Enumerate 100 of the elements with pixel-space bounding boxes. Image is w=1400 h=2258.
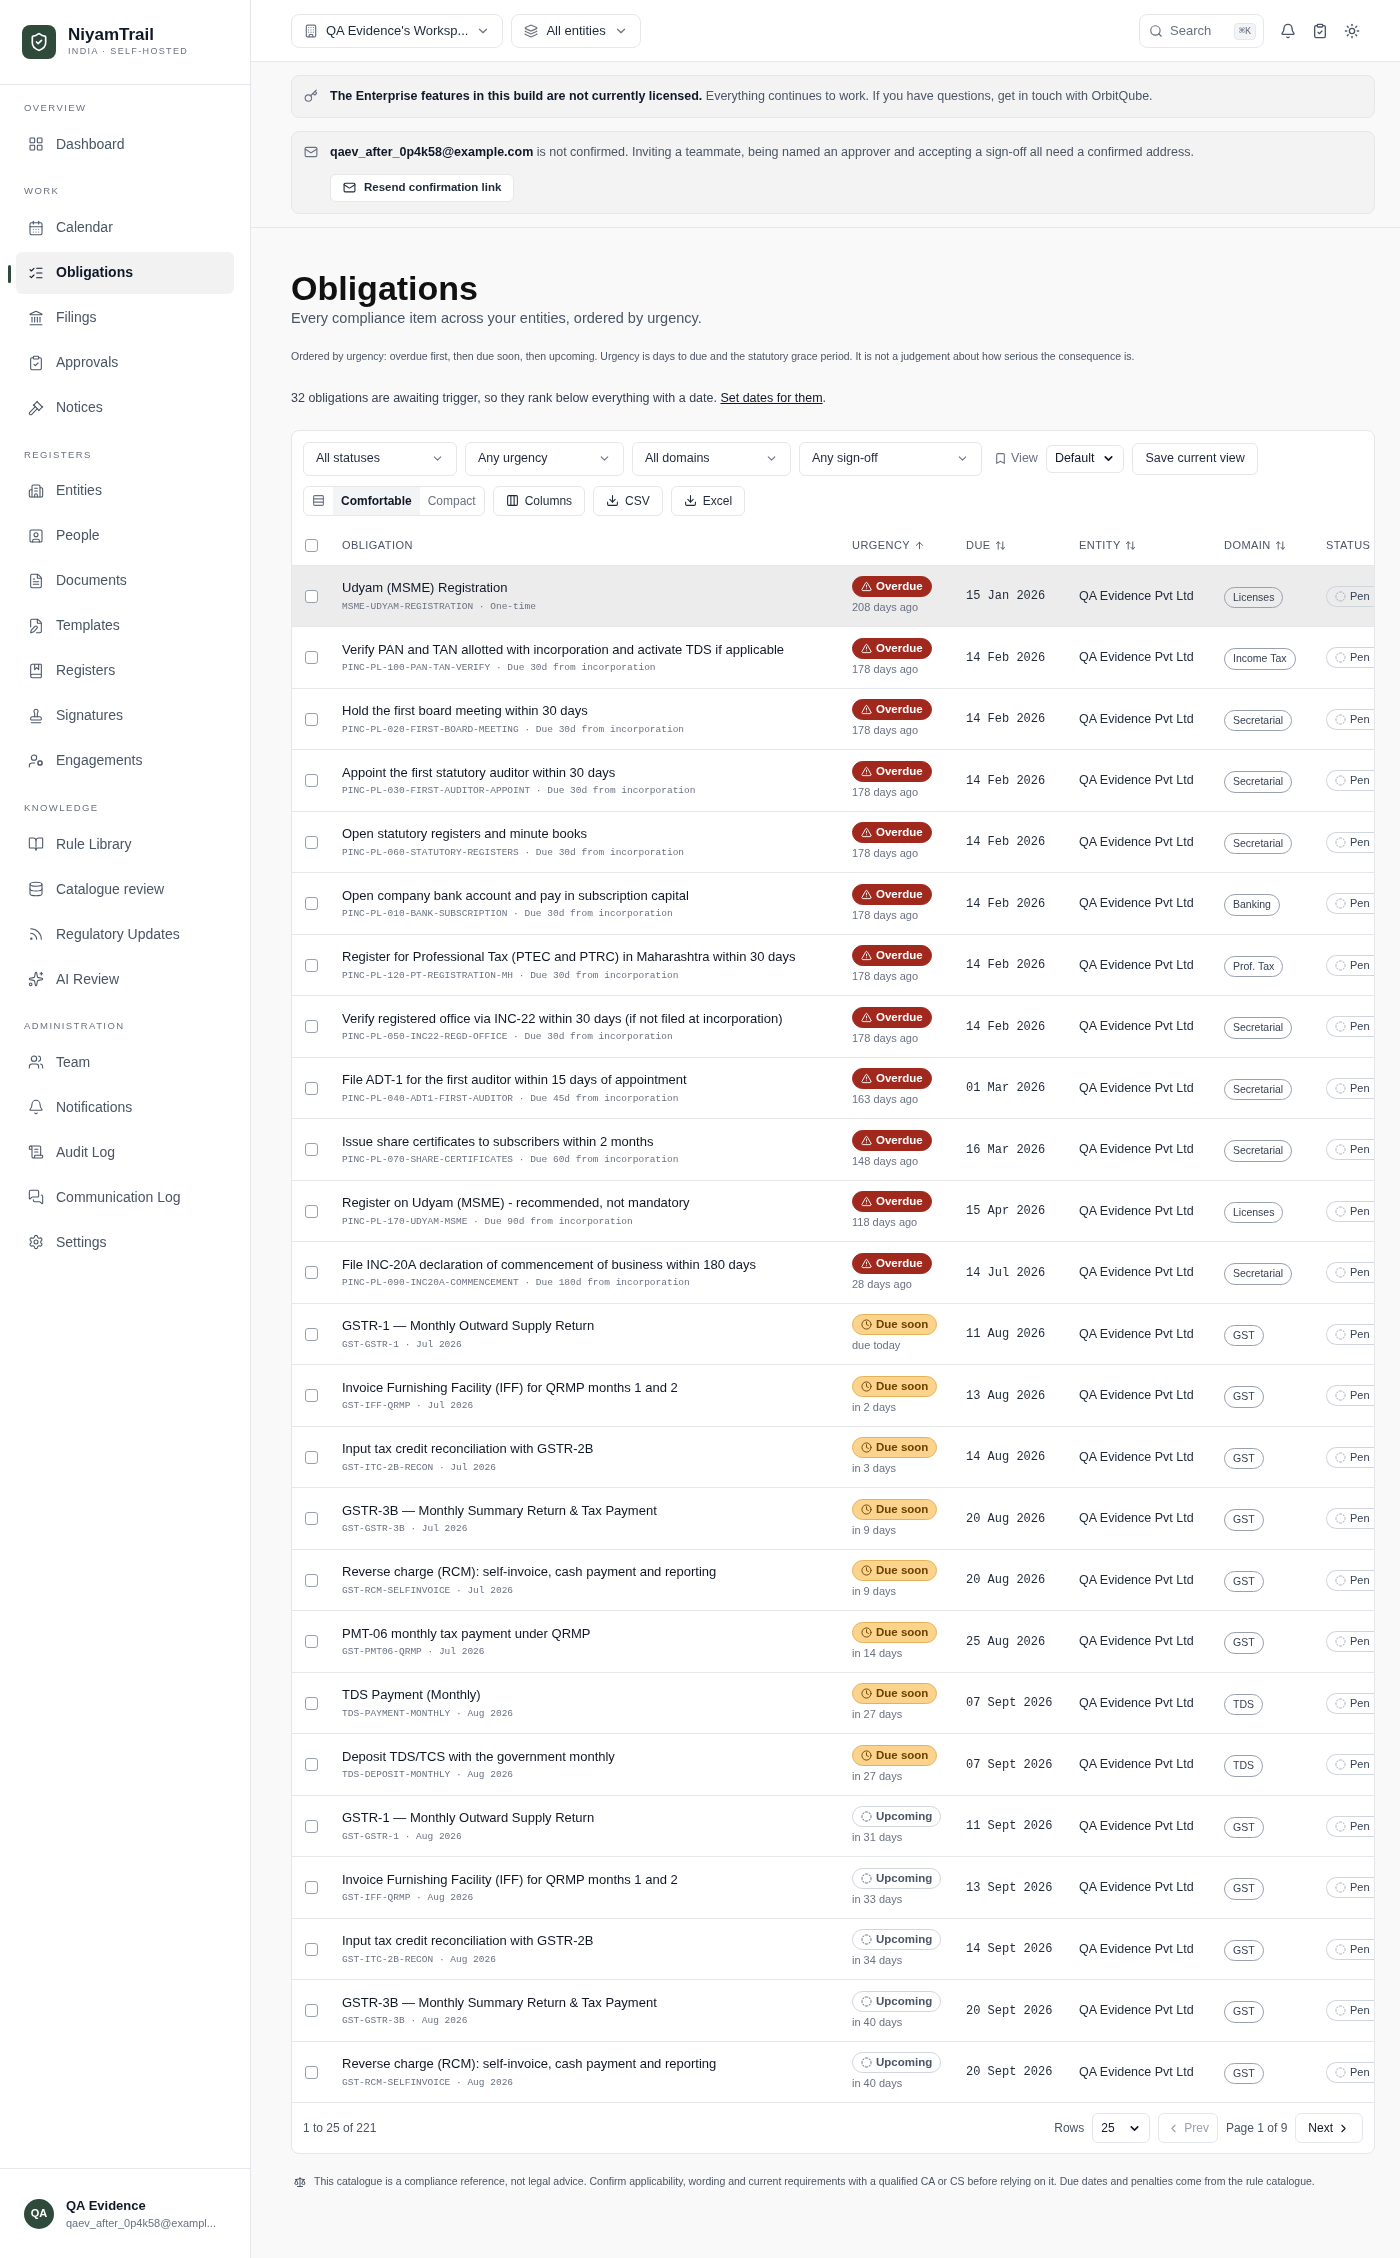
row-checkbox[interactable] [305, 1204, 318, 1218]
row-checkbox[interactable] [305, 651, 318, 664]
column-header[interactable]: ENTITY [1079, 537, 1224, 554]
obligation-title[interactable]: Verify PAN and TAN allotted with incorporation and activate TDS if applicable [342, 639, 844, 660]
nav-item[interactable]: Obligations [16, 251, 234, 294]
sort-icon[interactable] [1274, 539, 1286, 551]
obligation-title[interactable]: Register for Professional Tax (PTEC and PTRC) in Maharashtra within 30 days [342, 947, 844, 967]
row-checkbox[interactable] [305, 774, 318, 787]
nav-item[interactable]: Signatures [16, 694, 234, 737]
resend-button[interactable]: Resend confirmation link [330, 173, 515, 202]
row-checkbox[interactable] [305, 1450, 318, 1464]
notifications-icon[interactable] [1280, 22, 1296, 39]
row-checkbox[interactable] [305, 2065, 318, 2079]
column-header[interactable]: DOMAIN [1224, 537, 1326, 554]
obligation-title[interactable]: Reverse charge (RCM): self-invoice, cash payment and reporting [342, 1562, 844, 1582]
obligation-title[interactable]: Appoint the first statutory auditor within 30 days [342, 762, 844, 783]
nav-item[interactable]: Dashboard [16, 123, 234, 166]
entities-dropdown[interactable]: All entities [511, 13, 641, 48]
save-view-button[interactable]: Save current view [1132, 442, 1258, 475]
density-option[interactable]: Compact [419, 486, 484, 515]
filter-dropdown[interactable]: All statuses [303, 441, 457, 476]
row-checkbox[interactable] [305, 1143, 318, 1156]
nav-item[interactable]: Approvals [16, 341, 234, 384]
nav-item[interactable]: Regulatory Updates [16, 913, 234, 955]
toolbar-button[interactable]: Excel [670, 485, 746, 516]
set-dates-link[interactable]: Set dates for them [720, 391, 823, 405]
sort-icon[interactable] [1124, 539, 1136, 551]
sort-ascending-icon[interactable] [914, 539, 926, 551]
obligation-title[interactable]: Udyam (MSME) Registration [342, 578, 844, 598]
column-header[interactable]: DUE [966, 537, 1079, 554]
row-checkbox[interactable] [305, 1020, 318, 1033]
nav-item[interactable]: People [16, 514, 234, 557]
nav-item[interactable]: Team [16, 1041, 234, 1084]
nav-item[interactable]: Communication Log [16, 1176, 234, 1219]
row-checkbox[interactable] [305, 2004, 318, 2017]
filter-dropdown[interactable]: Any urgency [465, 441, 624, 476]
nav-item[interactable]: Notices [16, 386, 234, 429]
obligation-title[interactable]: TDS Payment (Monthly) [342, 1685, 844, 1705]
filter-dropdown[interactable]: All domains [632, 441, 791, 476]
obligation-title[interactable]: Reverse charge (RCM): self-invoice, cash payment and reporting [342, 2054, 844, 2074]
nav-item[interactable]: AI Review [16, 958, 234, 1000]
nav-item[interactable]: Notifications [16, 1086, 234, 1129]
obligation-title[interactable]: PMT-06 monthly tax payment under QRMP [342, 1623, 844, 1644]
clipboard-check-icon[interactable] [1312, 22, 1328, 39]
column-header[interactable]: OBLIGATION [342, 537, 852, 554]
row-checkbox[interactable] [305, 1573, 318, 1587]
row-checkbox[interactable] [305, 1081, 318, 1095]
obligation-title[interactable]: Verify registered office via INC-22 within 30 days (if not filed at incorporation) [342, 1008, 844, 1029]
row-checkbox[interactable] [305, 1512, 318, 1525]
filter-dropdown[interactable]: Any sign-off [799, 441, 982, 476]
row-checkbox[interactable] [305, 1266, 318, 1279]
select-all-checkbox[interactable] [305, 538, 318, 552]
theme-icon[interactable] [1344, 22, 1360, 39]
row-checkbox[interactable] [305, 958, 318, 972]
toolbar-button[interactable]: Columns [492, 485, 586, 516]
obligation-title[interactable]: File INC-20A declaration of commencement of business within 180 days [342, 1254, 844, 1275]
obligation-title[interactable]: Invoice Furnishing Facility (IFF) for QRMP months 1 and 2 [342, 1869, 844, 1890]
nav-item[interactable]: Catalogue review [16, 868, 234, 910]
nav-item[interactable]: Calendar [16, 206, 234, 249]
row-checkbox[interactable] [305, 1635, 318, 1648]
obligation-title[interactable]: Open statutory registers and minute books [342, 824, 844, 844]
row-checkbox[interactable] [305, 1881, 318, 1894]
column-header[interactable]: STATUS [1326, 537, 1374, 554]
row-checkbox[interactable] [305, 712, 318, 726]
sort-icon[interactable] [994, 539, 1006, 551]
row-checkbox[interactable] [305, 589, 318, 603]
nav-item[interactable]: Settings [16, 1221, 234, 1264]
nav-item[interactable]: Documents [16, 559, 234, 602]
row-checkbox[interactable] [305, 1758, 318, 1771]
obligation-title[interactable]: Invoice Furnishing Facility (IFF) for QRMP months 1 and 2 [342, 1377, 844, 1398]
obligation-title[interactable]: Input tax credit reconciliation with GSTR-2B [342, 1439, 844, 1459]
obligation-title[interactable]: Hold the first board meeting within 30 days [342, 701, 844, 721]
row-checkbox[interactable] [305, 1327, 318, 1341]
row-checkbox[interactable] [305, 897, 318, 910]
nav-item[interactable]: Registers [16, 649, 234, 692]
obligation-title[interactable]: GSTR-1 — Monthly Outward Supply Return [342, 1316, 844, 1336]
toolbar-button[interactable]: CSV [593, 485, 663, 516]
workspace-dropdown[interactable]: QA Evidence's Worksp... [291, 13, 504, 48]
obligation-title[interactable]: GSTR-3B — Monthly Summary Return & Tax Payment [342, 1992, 844, 2013]
row-checkbox[interactable] [305, 1819, 318, 1833]
nav-item[interactable]: Engagements [16, 739, 234, 782]
obligation-title[interactable]: Input tax credit reconciliation with GSTR-2B [342, 1931, 844, 1951]
obligation-title[interactable]: Open company bank account and pay in subscription capital [342, 885, 844, 906]
nav-item[interactable]: Templates [16, 604, 234, 647]
rows-select[interactable]: 25 [1092, 2113, 1151, 2144]
table-row[interactable]: Udyam (MSME) Registration MSME-UDYAM-REGISTRATION · One-time Overdue 208 days ago 15 Jan 2026 QA Evidence Pvt Ltd Licenses Pen [292, 565, 1374, 628]
obligation-title[interactable]: Deposit TDS/TCS with the government monthly [342, 1746, 844, 1767]
column-header[interactable]: URGENCY [852, 537, 966, 554]
obligation-title[interactable]: GSTR-1 — Monthly Outward Supply Return [342, 1808, 844, 1828]
next-button[interactable]: Next [1295, 2113, 1363, 2144]
density-option[interactable]: Comfortable [333, 486, 420, 515]
row-checkbox[interactable] [305, 1696, 318, 1710]
nav-item[interactable]: Audit Log [16, 1131, 234, 1174]
obligation-title[interactable]: GSTR-3B — Monthly Summary Return & Tax Payment [342, 1500, 844, 1521]
obligation-title[interactable]: File ADT-1 for the first auditor within 15 days of appointment [342, 1070, 844, 1090]
nav-item[interactable]: Filings [16, 296, 234, 339]
obligation-title[interactable]: Register on Udyam (MSME) - recommended, not mandatory [342, 1193, 844, 1213]
row-checkbox[interactable] [305, 1942, 318, 1956]
nav-item[interactable]: Entities [16, 469, 234, 512]
nav-item[interactable]: Rule Library [16, 823, 234, 865]
